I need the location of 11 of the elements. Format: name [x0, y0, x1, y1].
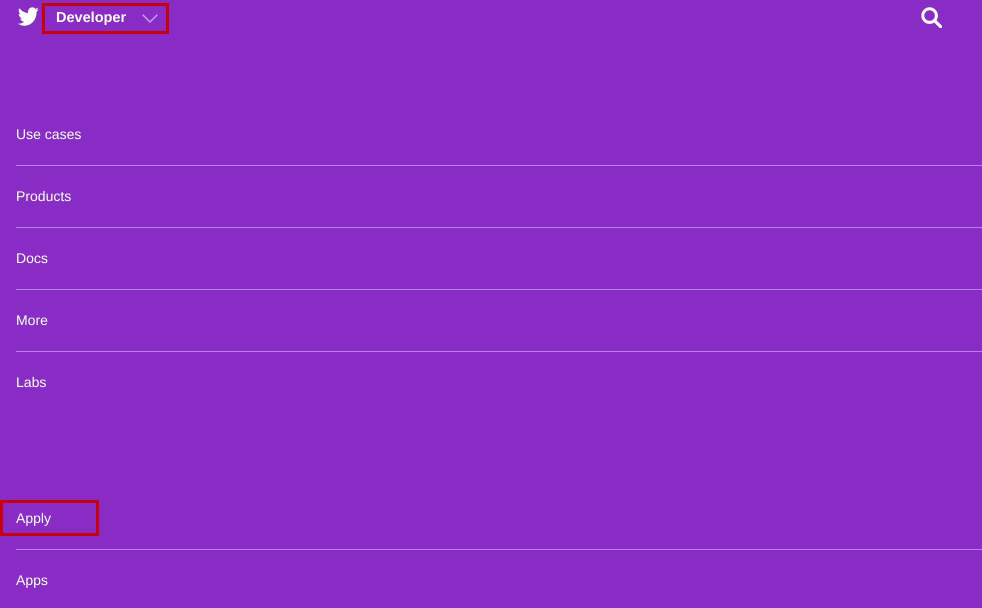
developer-menu-button[interactable]: Developer — [42, 2, 170, 34]
nav-link[interactable]: Docs — [16, 250, 48, 267]
nav-link[interactable]: Labs — [16, 374, 46, 391]
nav-link[interactable]: More — [16, 312, 48, 329]
nav-link[interactable]: Products — [16, 188, 72, 205]
bird-icon[interactable] — [17, 7, 39, 27]
nav-link[interactable]: Apps — [16, 572, 48, 589]
nav-link[interactable]: Use cases — [16, 126, 82, 142]
chevron-down-icon — [142, 14, 158, 22]
search-icon[interactable] — [921, 6, 942, 28]
nav-link[interactable]: Apply — [0, 500, 100, 536]
